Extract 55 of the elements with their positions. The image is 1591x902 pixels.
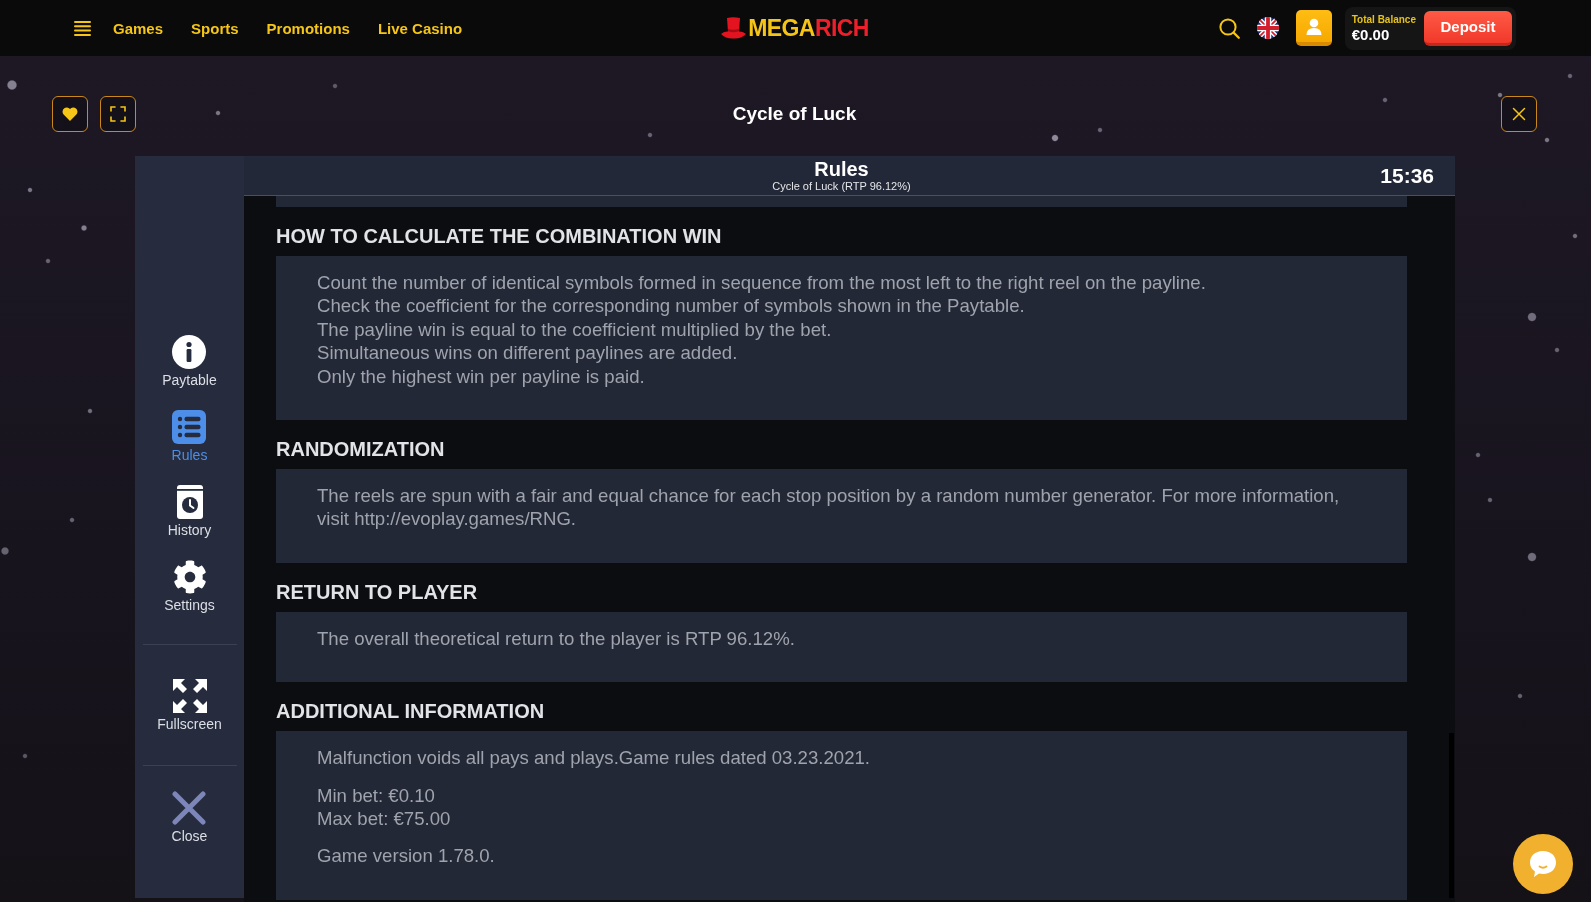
deposit-button[interactable]: Deposit (1424, 10, 1512, 46)
sidebar-item[interactable]: History (167, 485, 212, 539)
rule-text: Malfunction voids all pays and plays.Game rules dated 03.23.2021. (317, 746, 871, 770)
game-title: Cycle of Luck (732, 103, 857, 125)
rule-text: The overall theoretical return to the player is RTP 96.12%. (317, 626, 796, 651)
sidebar-item[interactable]: Close (171, 791, 208, 845)
rule-text: The reels are spun with a fair and equal chance for each stop position by a random number generator. For more information, visit http://evoplay.games/RNG. (317, 484, 1341, 531)
nav-link[interactable]: Sports (191, 19, 239, 37)
rule-text: The payline win is equal to the coefficient multiplied by the bet. (317, 317, 833, 342)
close-button[interactable] (1501, 96, 1537, 132)
rule-text: Check the coefficient for the corresponding number of symbols shown in the Paytable. (317, 294, 1026, 318)
fullscreen-icon (110, 106, 126, 122)
top-hat-icon (721, 17, 747, 39)
section-heading: ADDITIONAL INFORMATION (276, 699, 546, 724)
list-icon (172, 410, 207, 444)
menu-button[interactable] (74, 20, 91, 36)
sidebar-item[interactable]: Settings (164, 560, 215, 614)
rule-text: Only the highest win per payline is paid. (317, 364, 646, 389)
panel-title: Rules (814, 158, 869, 180)
info-icon (172, 335, 207, 369)
rule-text: Count the number of identical symbols formed in sequence from the most left to the right reel on the payline. (317, 271, 1207, 295)
sidebar-item[interactable]: Paytable (162, 335, 217, 389)
rule-text: Max bet: €75.00 (317, 807, 452, 831)
fullscreen-button[interactable] (100, 96, 136, 132)
nav-link[interactable]: Promotions (266, 19, 350, 37)
chat-bubble-icon (1528, 849, 1558, 879)
search-icon (1218, 17, 1240, 39)
panel-subtitle: Cycle of Luck (RTP 96.12%) (772, 180, 911, 193)
close-icon (1511, 106, 1527, 122)
clock-time: 15:36 (1380, 163, 1434, 188)
account-button[interactable] (1295, 10, 1332, 46)
favorite-button[interactable] (52, 96, 88, 132)
balance-label: Total Balance (1351, 13, 1416, 25)
section-heading: HOW TO CALCULATE THE COMBINATION WIN (276, 224, 723, 248)
rule-text: Simultaneous wins on different paylines are added. (317, 341, 739, 365)
section-heading: RANDOMIZATION (276, 437, 446, 462)
language-button[interactable] (1256, 17, 1279, 39)
section-heading: RETURN TO PLAYER (276, 579, 479, 604)
nav-link[interactable]: Games (113, 19, 164, 37)
gear-icon (172, 560, 207, 594)
rule-text: Min bet: €0.10 (317, 783, 436, 808)
scrollbar-thumb[interactable] (1449, 733, 1454, 898)
nav-link[interactable]: Live Casino (377, 19, 463, 37)
rule-text: Game version 1.78.0. (317, 844, 496, 868)
expand-arrows-icon (172, 679, 207, 713)
balance-amount: €0.00 (1351, 25, 1391, 43)
sidebar-item[interactable]: Fullscreen (157, 679, 222, 733)
search-button[interactable] (1218, 17, 1240, 39)
menu-icon (74, 20, 91, 36)
person-icon (1305, 17, 1322, 35)
close-icon (172, 791, 207, 825)
heart-icon (62, 106, 78, 122)
logo-text: MEGARICH (748, 16, 869, 40)
sidebar-item[interactable]: Rules (171, 410, 208, 464)
flag-icon (1256, 17, 1279, 39)
